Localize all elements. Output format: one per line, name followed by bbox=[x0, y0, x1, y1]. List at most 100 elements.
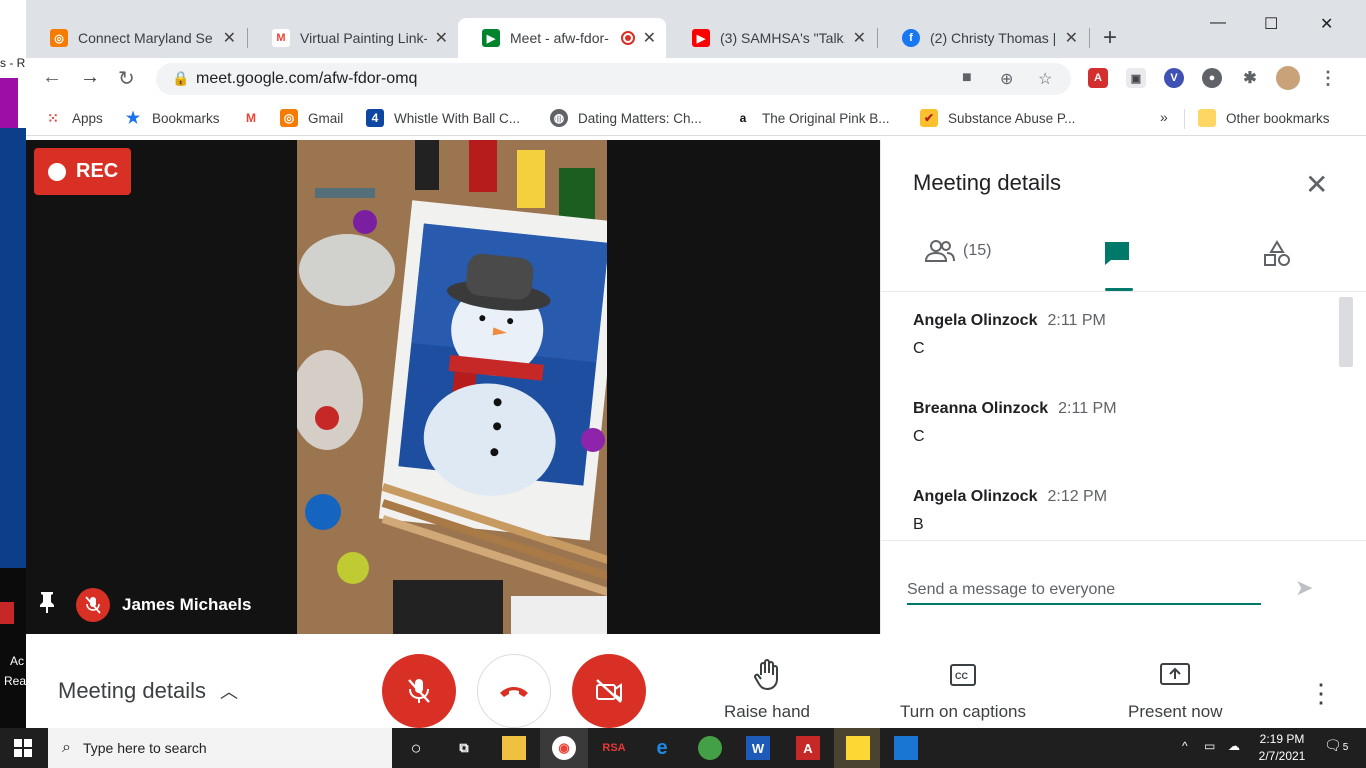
tab-christy-thomas[interactable]: f (2) Christy Thomas | F ✕ bbox=[878, 18, 1088, 58]
bookmark-apps[interactable]: ⁙ Apps bbox=[44, 109, 103, 127]
notifications-icon[interactable]: 🗨5 bbox=[1324, 737, 1348, 754]
raise-hand-button[interactable]: Raise hand bbox=[724, 658, 810, 722]
chat-compose: Send a message to everyone ➤ bbox=[881, 540, 1366, 634]
bookmark-label: Substance Abuse P... bbox=[948, 110, 1076, 126]
close-icon[interactable]: ✕ bbox=[1065, 28, 1078, 48]
captions-button[interactable]: CC Turn on captions bbox=[900, 658, 1026, 722]
closed-captions-icon: CC bbox=[950, 658, 976, 692]
present-screen-icon bbox=[1160, 658, 1191, 692]
address-bar[interactable]: 🔒 meet.google.com/afw-fdor-omq ■ ⊕ ☆ bbox=[156, 63, 1071, 95]
forward-arrow-icon[interactable]: → bbox=[80, 66, 100, 89]
zoom-icon[interactable]: ⊕ bbox=[1000, 69, 1013, 89]
battery-icon[interactable]: ▭ bbox=[1204, 739, 1215, 753]
lock-icon: 🔒 bbox=[172, 70, 190, 86]
panel-title: Meeting details bbox=[913, 170, 1061, 195]
leave-call-button[interactable] bbox=[477, 654, 551, 728]
bookmark-label: Apps bbox=[72, 110, 103, 126]
desktop-background: s - R Ac Rea bbox=[0, 0, 26, 728]
cast-icon[interactable]: ▣ bbox=[1126, 68, 1146, 88]
url-text: meet.google.com/afw-fdor-omq bbox=[196, 70, 418, 87]
close-icon[interactable]: ✕ bbox=[643, 28, 656, 48]
word-icon[interactable]: W bbox=[746, 736, 770, 760]
captions-label: Turn on captions bbox=[900, 702, 1026, 721]
bookmark-dating-matters[interactable]: ◍ Dating Matters: Ch... bbox=[550, 109, 702, 127]
close-icon[interactable]: ✕ bbox=[853, 28, 866, 48]
globe-app-icon[interactable] bbox=[698, 736, 722, 760]
tab-connect-maryland[interactable]: ◎ Connect Maryland Se ✕ bbox=[26, 18, 246, 58]
tab-samhsa[interactable]: ▶ (3) SAMHSA's "Talk. T ✕ bbox=[668, 18, 876, 58]
bookmark-gmail[interactable]: ◎ Gmail bbox=[280, 109, 343, 127]
bookmarks-overflow-button[interactable]: » bbox=[1160, 109, 1168, 125]
search-icon: ⌕ bbox=[62, 739, 71, 756]
bookmark-pink-b[interactable]: a The Original Pink B... bbox=[734, 109, 890, 127]
chat-messages: Angela Olinzock 2:11 PM C Breanna Olinzoc… bbox=[881, 292, 1366, 540]
close-icon[interactable]: ✕ bbox=[435, 28, 448, 48]
profile-avatar[interactable] bbox=[1276, 66, 1300, 90]
chat-scrollbar[interactable] bbox=[1339, 297, 1353, 367]
tab-chat[interactable] bbox=[1103, 240, 1131, 266]
tab-people[interactable]: (15) bbox=[925, 240, 991, 262]
mic-off-icon bbox=[408, 679, 430, 703]
desktop-wallpaper bbox=[0, 128, 26, 568]
rsa-app-icon[interactable]: RSA bbox=[600, 736, 628, 760]
tab-meet[interactable]: ▶ Meet - afw-fdor- ✕ bbox=[458, 18, 666, 58]
adobe-acrobat-icon[interactable]: A bbox=[1088, 68, 1108, 88]
cloud-icon[interactable]: ☁ bbox=[1228, 739, 1240, 753]
new-tab-button[interactable]: + bbox=[1103, 24, 1117, 52]
painting-scene-image bbox=[297, 140, 607, 634]
screen: s - R Ac Rea ◎ Connect Maryland Se ✕ M V… bbox=[0, 0, 1366, 768]
pin-icon[interactable] bbox=[38, 590, 56, 620]
cortana-icon[interactable]: ○ bbox=[404, 736, 428, 760]
bookmark-star-icon[interactable]: ☆ bbox=[1038, 69, 1052, 89]
bookmark-bookmarks[interactable]: ★ Bookmarks bbox=[124, 109, 220, 127]
hand-icon bbox=[753, 658, 781, 692]
amazon-icon: a bbox=[739, 111, 747, 125]
other-bookmarks[interactable]: Other bookmarks bbox=[1198, 109, 1330, 127]
maximize-button[interactable]: ☐ bbox=[1264, 14, 1278, 34]
meeting-details-button[interactable]: Meeting details ︿ bbox=[58, 678, 238, 704]
camera-toggle-button[interactable] bbox=[572, 654, 646, 728]
back-arrow-icon[interactable]: ← bbox=[42, 66, 62, 89]
internet-explorer-icon[interactable]: e bbox=[650, 736, 674, 760]
panel-close-icon[interactable]: ✕ bbox=[1305, 168, 1328, 201]
bookmark-gmail-m[interactable]: M bbox=[242, 109, 270, 127]
chrome-icon[interactable]: ◉ bbox=[552, 736, 576, 760]
acrobat-icon[interactable]: A bbox=[796, 736, 820, 760]
circle-extension-icon[interactable]: ● bbox=[1202, 68, 1222, 88]
folder-icon bbox=[1198, 109, 1216, 127]
bookmark-substance-abuse[interactable]: ✔ Substance Abuse P... bbox=[920, 109, 1075, 127]
window-close-button[interactable]: ✕ bbox=[1320, 14, 1333, 34]
camera-icon[interactable]: ■ bbox=[962, 69, 972, 87]
clock[interactable]: 2:19 PM 2/7/2021 bbox=[1252, 732, 1312, 763]
sticky-notes-icon[interactable] bbox=[846, 736, 870, 760]
bookmark-whistle[interactable]: 4 Whistle With Ball C... bbox=[366, 109, 520, 127]
desktop-pdf-icon[interactable] bbox=[0, 602, 14, 624]
task-view-icon[interactable]: ⧉ bbox=[452, 736, 476, 760]
tab-activities[interactable] bbox=[1263, 240, 1291, 266]
tab-virtual-painting[interactable]: M Virtual Painting Link- ✕ bbox=[248, 18, 458, 58]
apps-grid-icon: ⁙ bbox=[47, 109, 59, 126]
tray-chevron-up-icon[interactable]: ^ bbox=[1182, 739, 1188, 753]
v-extension-icon[interactable]: V bbox=[1164, 68, 1184, 88]
browser-menu-icon[interactable]: ⋮ bbox=[1318, 68, 1338, 88]
participant-name: James Michaels bbox=[122, 595, 252, 614]
file-explorer-icon[interactable] bbox=[502, 736, 526, 760]
chat-message-input[interactable]: Send a message to everyone bbox=[907, 577, 1261, 605]
taskbar-search-box[interactable]: ⌕ Type here to search bbox=[48, 728, 392, 768]
windows-start-icon[interactable] bbox=[14, 739, 32, 762]
tab-title: Connect Maryland Se bbox=[78, 30, 213, 46]
browser-window: ◎ Connect Maryland Se ✕ M Virtual Painti… bbox=[26, 0, 1366, 728]
puzzle-extensions-icon[interactable]: ✱ bbox=[1240, 68, 1260, 88]
present-now-button[interactable]: Present now bbox=[1128, 658, 1223, 722]
orange-swirl-icon: ◎ bbox=[50, 29, 68, 47]
message-text: C bbox=[913, 340, 925, 357]
more-options-icon[interactable]: ⋮ bbox=[1308, 678, 1334, 709]
chat-message: Breanna Olinzock 2:11 PM C bbox=[913, 400, 1117, 446]
microphone-toggle-button[interactable] bbox=[382, 654, 456, 728]
send-icon[interactable]: ➤ bbox=[1295, 575, 1313, 601]
reload-icon[interactable]: ↻ bbox=[118, 66, 135, 91]
photos-icon[interactable] bbox=[894, 736, 918, 760]
minimize-button[interactable]: — bbox=[1210, 14, 1226, 32]
bookmarks-bar: ⁙ Apps ★ Bookmarks M ◎ Gmail 4 Whistle W… bbox=[26, 100, 1366, 136]
close-icon[interactable]: ✕ bbox=[223, 28, 236, 48]
